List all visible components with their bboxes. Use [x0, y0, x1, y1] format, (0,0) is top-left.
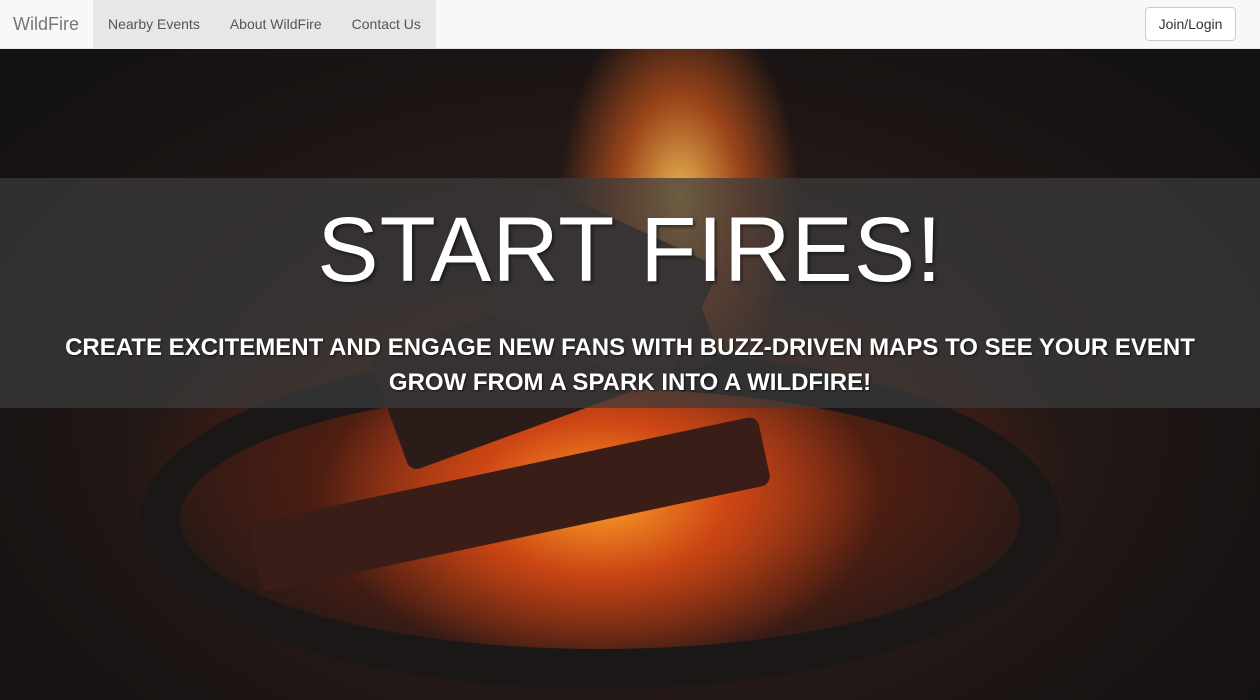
brand-link[interactable]: WildFire: [13, 0, 79, 48]
nav-menu: Nearby Events About WildFire Contact Us: [93, 0, 436, 48]
navbar: WildFire Nearby Events About WildFire Co…: [0, 0, 1260, 49]
hero-headline: START FIRES!: [317, 199, 943, 301]
nav-item-nearby-events[interactable]: Nearby Events: [93, 0, 215, 48]
hero-subline: CREATE EXCITEMENT AND ENGAGE NEW FANS WI…: [65, 334, 1195, 396]
join-login-button[interactable]: Join/Login: [1145, 7, 1236, 41]
nav-item-about-wildfire[interactable]: About WildFire: [215, 0, 337, 48]
nav-item-contact-us[interactable]: Contact Us: [337, 0, 436, 48]
